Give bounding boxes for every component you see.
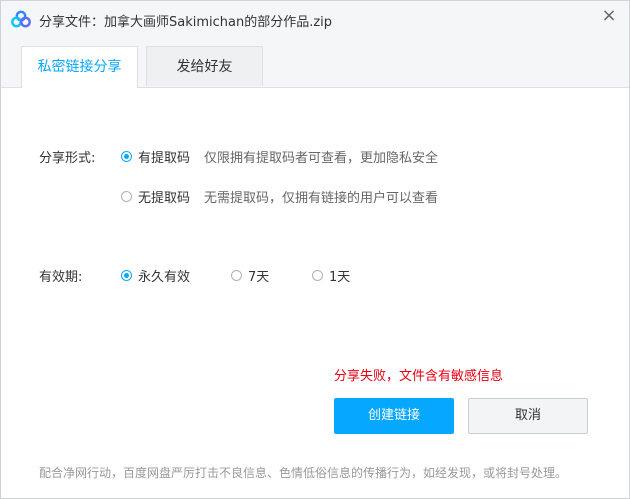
radio-no-code[interactable]: 无提取码	[121, 187, 190, 206]
tab-send-to-friend[interactable]: 发给好友	[146, 46, 263, 86]
radio-permanent-label: 永久有效	[138, 270, 191, 285]
radio-1-day[interactable]: 1天	[312, 266, 350, 285]
share-form-label: 分享形式:	[39, 151, 96, 166]
with-code-description: 仅限拥有提取码者可查看，更加隐私安全	[204, 151, 439, 166]
title-bar: 分享文件：加拿大画师Sakimichan的部分作品.zip ×	[1, 1, 629, 37]
radio-7-days-label: 7天	[248, 270, 270, 285]
radio-7-days[interactable]: 7天	[231, 266, 269, 285]
radio-no-code-indicator[interactable]	[121, 191, 132, 202]
no-code-description: 无需提取码，仅拥有链接的用户可以查看	[204, 191, 439, 206]
radio-no-code-label: 无提取码	[138, 191, 191, 206]
radio-permanent[interactable]: 永久有效	[121, 266, 190, 285]
radio-with-code[interactable]: 有提取码	[121, 147, 190, 166]
create-link-button[interactable]: 创建链接	[334, 398, 454, 434]
tab-bar: 私密链接分享 发给好友	[1, 37, 629, 88]
radio-1-day-indicator[interactable]	[312, 270, 323, 281]
close-icon[interactable]: ×	[597, 5, 621, 29]
cancel-button[interactable]: 取消	[468, 398, 588, 434]
validity-label: 有效期:	[39, 270, 83, 285]
baidu-netdisk-logo-icon	[11, 10, 31, 28]
footer-notice: 配合净网行动，百度网盘严厉打击不良信息、色情低俗信息的传播行为，如经发现，或将封…	[39, 466, 568, 480]
share-dialog: 分享文件：加拿大画师Sakimichan的部分作品.zip × 私密链接分享 发…	[0, 0, 630, 499]
radio-with-code-indicator[interactable]	[121, 151, 132, 162]
tab-private-link[interactable]: 私密链接分享	[21, 46, 138, 88]
radio-1-day-label: 1天	[329, 270, 351, 285]
dialog-title: 分享文件：加拿大画师Sakimichan的部分作品.zip	[39, 15, 333, 30]
error-message: 分享失败，文件含有敏感信息	[334, 369, 504, 384]
radio-with-code-label: 有提取码	[138, 151, 191, 166]
radio-permanent-indicator[interactable]	[121, 270, 132, 281]
radio-7-days-indicator[interactable]	[231, 270, 242, 281]
